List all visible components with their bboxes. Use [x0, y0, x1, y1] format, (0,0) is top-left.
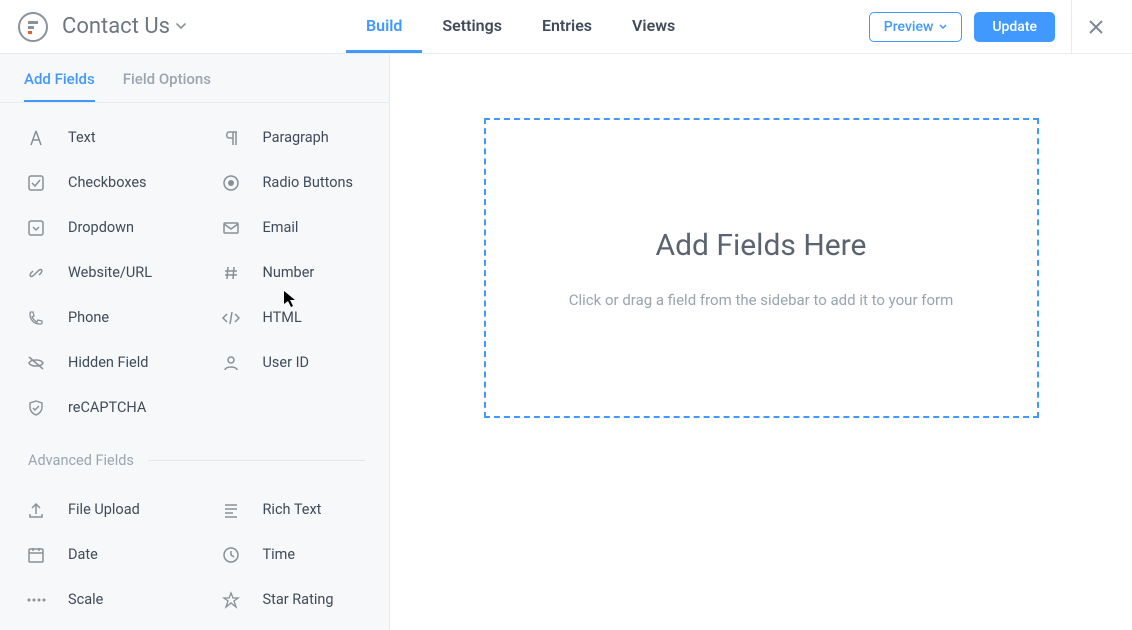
sidebar-tabs: Add Fields Field Options: [0, 54, 389, 103]
scale-icon: [24, 588, 48, 612]
upload-icon: [24, 498, 48, 522]
field-time-label: Time: [263, 546, 296, 563]
caret-down-icon: [176, 23, 186, 30]
update-button[interactable]: Update: [974, 12, 1055, 42]
field-url-label: Website/URL: [68, 264, 152, 281]
field-hidden[interactable]: Hidden Field: [0, 340, 195, 385]
field-checkboxes[interactable]: Checkboxes: [0, 160, 195, 205]
field-dropdown-label: Dropdown: [68, 219, 134, 236]
close-icon: [1088, 19, 1104, 35]
header-actions: Preview Update: [869, 0, 1132, 54]
app-header: Contact Us Build Settings Entries Views …: [0, 0, 1132, 54]
sidebar: Add Fields Field Options Text Paragraph …: [0, 54, 390, 630]
star-icon: [219, 588, 243, 612]
advanced-section-header: Advanced Fields: [0, 442, 389, 475]
sidebar-tab-field-options-label: Field Options: [123, 70, 211, 88]
radio-icon: [219, 171, 243, 195]
shield-icon: [24, 396, 48, 420]
field-file-upload-label: File Upload: [68, 501, 140, 518]
field-paragraph[interactable]: Paragraph: [195, 115, 390, 160]
tab-entries-label: Entries: [542, 16, 592, 35]
preview-button[interactable]: Preview: [869, 12, 963, 42]
field-file-upload[interactable]: File Upload: [0, 487, 195, 532]
primary-nav: Build Settings Entries Views: [346, 0, 695, 53]
field-userid[interactable]: User ID: [195, 340, 390, 385]
field-star-rating[interactable]: Star Rating: [195, 577, 390, 622]
field-scale[interactable]: Scale: [0, 577, 195, 622]
advanced-fields-grid: File Upload Rich Text Date Time Scale St…: [0, 475, 389, 630]
field-number[interactable]: Number: [195, 250, 390, 295]
field-email[interactable]: Email: [195, 205, 390, 250]
field-recaptcha[interactable]: reCAPTCHA: [0, 385, 195, 430]
link-icon: [24, 261, 48, 285]
field-scale-label: Scale: [68, 591, 103, 608]
field-rich-text[interactable]: Rich Text: [195, 487, 390, 532]
dropzone-subtitle: Click or drag a field from the sidebar t…: [569, 291, 954, 309]
field-phone-label: Phone: [68, 309, 109, 326]
dropdown-icon: [24, 216, 48, 240]
text-icon: [24, 126, 48, 150]
basic-fields-grid: Text Paragraph Checkboxes Radio Buttons …: [0, 103, 389, 442]
section-divider: [148, 460, 365, 461]
field-paragraph-label: Paragraph: [263, 129, 329, 146]
form-title-dropdown[interactable]: Contact Us: [62, 14, 186, 39]
tab-views[interactable]: Views: [612, 0, 695, 53]
field-email-label: Email: [263, 219, 299, 236]
date-icon: [24, 543, 48, 567]
field-hidden-label: Hidden Field: [68, 354, 148, 371]
email-icon: [219, 216, 243, 240]
tab-entries[interactable]: Entries: [522, 0, 612, 53]
field-rich-text-label: Rich Text: [263, 501, 322, 518]
field-dropdown[interactable]: Dropdown: [0, 205, 195, 250]
dropzone-title: Add Fields Here: [656, 228, 867, 263]
close-button[interactable]: [1076, 19, 1116, 35]
tab-views-label: Views: [632, 16, 675, 35]
dropzone[interactable]: Add Fields Here Click or drag a field fr…: [484, 118, 1039, 418]
field-date[interactable]: Date: [0, 532, 195, 577]
sidebar-tab-add-fields[interactable]: Add Fields: [24, 70, 95, 102]
hash-icon: [219, 261, 243, 285]
preview-button-label: Preview: [884, 19, 934, 35]
field-html[interactable]: HTML: [195, 295, 390, 340]
hidden-icon: [24, 351, 48, 375]
field-text-label: Text: [68, 129, 96, 146]
field-html-label: HTML: [263, 309, 302, 326]
tab-settings[interactable]: Settings: [422, 0, 522, 53]
tab-settings-label: Settings: [442, 16, 502, 35]
sidebar-tab-add-fields-label: Add Fields: [24, 70, 95, 88]
field-time[interactable]: Time: [195, 532, 390, 577]
field-number-label: Number: [263, 264, 315, 281]
header-divider: [1071, 0, 1072, 54]
field-star-rating-label: Star Rating: [263, 591, 334, 608]
tab-build[interactable]: Build: [346, 0, 422, 53]
time-icon: [219, 543, 243, 567]
user-icon: [219, 351, 243, 375]
field-recaptcha-label: reCAPTCHA: [68, 399, 146, 416]
sidebar-tab-field-options[interactable]: Field Options: [123, 70, 211, 102]
richtext-icon: [219, 498, 243, 522]
form-title: Contact Us: [62, 14, 170, 39]
checkbox-icon: [24, 171, 48, 195]
field-userid-label: User ID: [263, 354, 310, 371]
tab-build-label: Build: [366, 16, 402, 35]
field-date-label: Date: [68, 546, 98, 563]
update-button-label: Update: [992, 19, 1037, 35]
advanced-section-label: Advanced Fields: [28, 452, 134, 469]
app-logo: [18, 12, 48, 42]
field-checkboxes-label: Checkboxes: [68, 174, 147, 191]
field-radio-label: Radio Buttons: [263, 174, 354, 191]
field-phone[interactable]: Phone: [0, 295, 195, 340]
form-canvas: Add Fields Here Click or drag a field fr…: [390, 54, 1132, 630]
field-radio[interactable]: Radio Buttons: [195, 160, 390, 205]
paragraph-icon: [219, 126, 243, 150]
phone-icon: [24, 306, 48, 330]
field-text[interactable]: Text: [0, 115, 195, 160]
field-url[interactable]: Website/URL: [0, 250, 195, 295]
html-icon: [219, 306, 243, 330]
